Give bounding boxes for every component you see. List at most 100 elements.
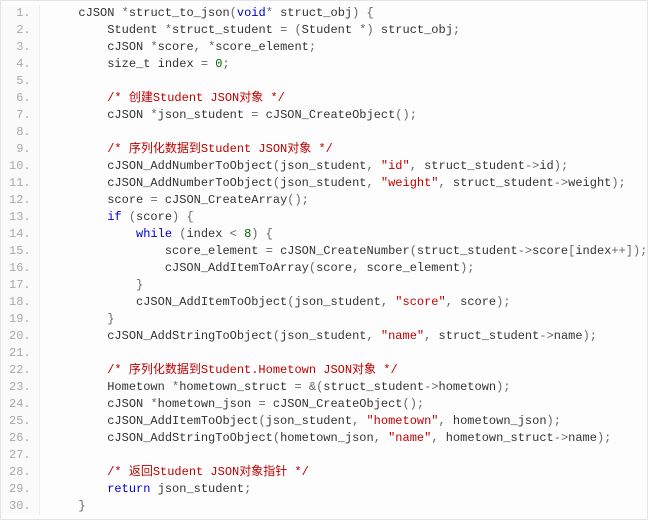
- code-line: }: [50, 498, 648, 515]
- token-punct: ;: [222, 57, 229, 71]
- code-line: return json_student;: [50, 481, 648, 498]
- code-line: /* 返回Student JSON对象指针 */: [50, 464, 648, 481]
- token-ident: cJSON_AddNumberToObject: [107, 176, 273, 190]
- line-number: 28.: [9, 464, 31, 481]
- token-punct: ,: [352, 414, 366, 428]
- token-punct: ();: [395, 108, 417, 122]
- code-line: score_element = cJSON_CreateNumber(struc…: [50, 243, 648, 260]
- code-line: cJSON_AddNumberToObject(json_student, "w…: [50, 175, 648, 192]
- code-line: [50, 124, 648, 141]
- token-str: "name": [381, 329, 424, 343]
- token-punct: ) {: [251, 227, 273, 241]
- token-ident: score: [532, 244, 568, 258]
- token-punct: ,: [366, 159, 380, 173]
- token-ident: cJSON_AddNumberToObject: [107, 159, 273, 173]
- token-punct: ;: [244, 482, 251, 496]
- line-number: 10.: [9, 158, 31, 175]
- token-kw-void: void: [237, 6, 266, 20]
- token-ident: cJSON: [78, 6, 121, 20]
- token-punct: ) {: [172, 210, 194, 224]
- token-punct: ,: [366, 329, 380, 343]
- token-ident: json_student: [158, 108, 252, 122]
- line-number: 30.: [9, 498, 31, 515]
- token-ident: score_element: [366, 261, 460, 275]
- token-ident: Hometown: [107, 380, 172, 394]
- token-op: *: [165, 23, 172, 37]
- token-op: =: [258, 397, 272, 411]
- token-ident: struct_student: [323, 380, 424, 394]
- token-op: =: [150, 193, 164, 207]
- line-number: 20.: [9, 328, 31, 345]
- token-ident: index: [158, 57, 201, 71]
- token-punct: ,: [366, 176, 380, 190]
- token-op: ++: [611, 244, 625, 258]
- token-ident: struct_student: [172, 23, 280, 37]
- line-number: 26.: [9, 430, 31, 447]
- token-ident: hometown_json: [453, 414, 547, 428]
- token-op: =: [266, 244, 280, 258]
- token-punct: ,: [424, 329, 438, 343]
- token-ident: score: [316, 261, 352, 275]
- code-line: cJSON_AddStringToObject(json_student, "n…: [50, 328, 648, 345]
- token-ident: score: [107, 193, 150, 207]
- token-str: "weight": [381, 176, 439, 190]
- token-str: "name": [388, 431, 431, 445]
- line-number: 16.: [9, 260, 31, 277]
- line-number: 19.: [9, 311, 31, 328]
- token-ident: hometown_json: [158, 397, 259, 411]
- line-number: 15.: [9, 243, 31, 260]
- token-kw-ctrl: if: [107, 210, 121, 224]
- token-op: *: [122, 6, 129, 20]
- token-ident: score: [136, 210, 172, 224]
- line-number: 21.: [9, 345, 31, 362]
- token-punct: ();: [287, 193, 309, 207]
- token-ident: json_student: [280, 176, 366, 190]
- token-ident: struct_student: [424, 159, 525, 173]
- token-op: ->: [525, 159, 539, 173]
- token-ident: Student: [107, 23, 165, 37]
- code-line: cJSON_AddStringToObject(hometown_json, "…: [50, 430, 648, 447]
- code-line: /* 序列化数据到Student JSON对象 */: [50, 141, 648, 158]
- code-line: cJSON_AddItemToArray(score, score_elemen…: [50, 260, 648, 277]
- token-punct: (: [273, 176, 280, 190]
- line-number: 1.: [9, 5, 31, 22]
- line-number: 24.: [9, 396, 31, 413]
- token-punct: (: [258, 414, 265, 428]
- token-ident: cJSON_CreateObject: [273, 397, 403, 411]
- token-punct: ,: [374, 431, 388, 445]
- token-punct: ();: [403, 397, 425, 411]
- token-ident: score_element: [215, 40, 309, 54]
- token-punct: ,: [431, 431, 445, 445]
- line-number: 29.: [9, 481, 31, 498]
- token-ident: json_student: [266, 414, 352, 428]
- token-punct: }: [78, 499, 85, 513]
- code-line: cJSON_AddItemToObject(json_student, "hom…: [50, 413, 648, 430]
- token-ident: name: [568, 431, 597, 445]
- token-punct: (: [273, 431, 280, 445]
- line-number: 4.: [9, 56, 31, 73]
- token-punct: ,: [446, 295, 460, 309]
- token-punct: ) {: [352, 6, 374, 20]
- token-punct: (: [122, 210, 136, 224]
- token-punct: );: [611, 176, 625, 190]
- line-number: 25.: [9, 413, 31, 430]
- code-line: /* 序列化数据到Student.Hometown JSON对象 */: [50, 362, 648, 379]
- line-number: 5.: [9, 73, 31, 90]
- token-punct: ): [366, 23, 380, 37]
- token-ident: hometown: [439, 380, 497, 394]
- token-op: <: [230, 227, 244, 241]
- token-ident: struct_student: [453, 176, 554, 190]
- token-ident: struct_obj: [381, 23, 453, 37]
- line-number: 11.: [9, 175, 31, 192]
- token-comment: /* 返回Student JSON对象指针 */: [107, 465, 309, 479]
- token-op: ->: [539, 329, 553, 343]
- token-punct: (: [273, 159, 280, 173]
- token-ident: cJSON_AddItemToArray: [165, 261, 309, 275]
- token-punct: ]);: [626, 244, 648, 258]
- token-ident: index: [186, 227, 229, 241]
- token-punct: ,: [410, 159, 424, 173]
- code-line: size_t index = 0;: [50, 56, 648, 73]
- line-number: 12.: [9, 192, 31, 209]
- token-punct: (: [410, 244, 417, 258]
- token-ident: cJSON_CreateObject: [266, 108, 396, 122]
